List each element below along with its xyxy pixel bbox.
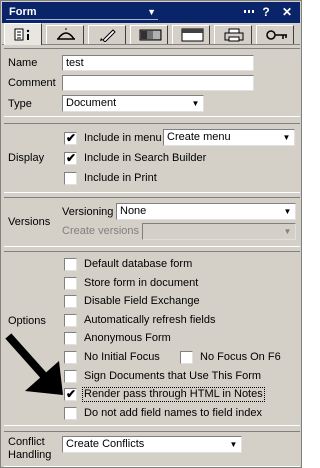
- type-label: Type: [8, 98, 32, 110]
- include-in-menu-label: Include in menu: [84, 132, 162, 144]
- chevron-down-icon: ▼: [283, 227, 292, 236]
- versions-section: Versions Versioning None ▼ Create versio…: [4, 197, 300, 247]
- tab-info[interactable]: [4, 23, 42, 45]
- versioning-label: Versioning: [62, 206, 114, 218]
- tab-defaults[interactable]: [46, 25, 84, 44]
- no-focus-on-f6-label: No Focus On F6: [200, 351, 281, 363]
- disable-field-exchange-checkbox[interactable]: [64, 295, 77, 308]
- include-in-search-builder-label: Include in Search Builder: [84, 152, 207, 164]
- name-label: Name: [8, 57, 38, 69]
- menu-type-select[interactable]: Create menu ▼: [163, 129, 295, 146]
- store-form-in-document-label: Store form in document: [84, 277, 199, 289]
- tab-strip: [2, 23, 300, 45]
- render-pass-through-html-label: Render pass through HTML in Notes: [82, 387, 265, 402]
- minimize-dots-icon[interactable]: [240, 5, 256, 20]
- comment-label: Comment: [8, 77, 56, 89]
- header-icon: [181, 28, 204, 42]
- include-in-print-checkbox[interactable]: [64, 172, 77, 185]
- comment-field[interactable]: [62, 75, 254, 91]
- tab-security[interactable]: [256, 25, 294, 44]
- anonymous-form-label: Anonymous Form: [84, 332, 171, 344]
- automatically-refresh-fields-label: Automatically refresh fields: [84, 314, 216, 326]
- rocket-icon: [100, 29, 116, 42]
- display-section: Display ✔ Include in menu Create menu ▼ …: [4, 123, 300, 193]
- element-selector[interactable]: Form ▼: [6, 4, 158, 20]
- automatically-refresh-fields-checkbox[interactable]: [64, 314, 77, 327]
- conflict-label-line2: Handling: [8, 449, 52, 461]
- menu-type-value: Create menu: [167, 131, 231, 143]
- annotation-arrow-icon: [5, 333, 63, 395]
- type-select-value: Document: [66, 97, 117, 109]
- default-database-form-label: Default database form: [84, 258, 193, 270]
- tab-header[interactable]: [172, 25, 210, 44]
- chevron-down-icon: ▼: [282, 133, 291, 142]
- conflict-section: Conflict Handling Create Conflicts ▼: [4, 431, 300, 467]
- chevron-down-icon: ▼: [229, 440, 238, 449]
- basics-section: Name test Comment Type Document ▼: [4, 48, 300, 117]
- create-versions-label: Create versions: [62, 225, 140, 237]
- conflict-label-line1: Conflict: [8, 436, 45, 448]
- display-section-label: Display: [8, 152, 45, 164]
- checkmark-icon: ✔: [66, 151, 77, 165]
- checkmark-icon: ✔: [66, 131, 77, 145]
- info-icon: [14, 28, 30, 41]
- include-in-print-label: Include in Print: [84, 172, 157, 184]
- no-initial-focus-label: No Initial Focus: [84, 351, 160, 363]
- store-form-in-document-checkbox[interactable]: [64, 277, 77, 290]
- include-in-search-builder-checkbox[interactable]: ✔: [64, 151, 77, 165]
- versioning-value: None: [120, 205, 147, 217]
- default-database-form-checkbox[interactable]: [64, 258, 77, 271]
- disable-field-exchange-label: Disable Field Exchange: [84, 295, 200, 307]
- conflict-handling-value: Create Conflicts: [66, 438, 145, 450]
- name-field[interactable]: test: [62, 55, 254, 71]
- tab-background[interactable]: [130, 25, 168, 44]
- key-icon: [266, 30, 287, 40]
- chevron-down-icon: ▼: [147, 7, 156, 17]
- conflict-handling-select[interactable]: Create Conflicts ▼: [62, 436, 242, 453]
- options-section-label: Options: [8, 315, 46, 327]
- help-icon[interactable]: ?: [260, 5, 272, 20]
- versions-section-label: Versions: [8, 216, 51, 228]
- beanie-icon: [57, 28, 75, 40]
- tab-launch[interactable]: [88, 25, 126, 44]
- element-selector-label: Form: [9, 6, 37, 18]
- close-icon[interactable]: ✕: [280, 5, 294, 20]
- form-properties-panel: Form ▼ ? ✕ Name test Comment Type Docume…: [0, 0, 302, 468]
- create-versions-select: ▼: [142, 223, 296, 240]
- sign-documents-label: Sign Documents that Use This Form: [84, 370, 262, 382]
- chevron-down-icon: ▼: [191, 99, 200, 108]
- tab-print[interactable]: [214, 25, 252, 44]
- no-focus-on-f6-checkbox[interactable]: [180, 351, 193, 364]
- title-bar: Form ▼ ? ✕: [2, 2, 300, 23]
- do-not-add-field-names-label: Do not add field names to field index: [84, 407, 262, 419]
- type-select[interactable]: Document ▼: [62, 95, 204, 112]
- do-not-add-field-names-checkbox[interactable]: [64, 407, 77, 420]
- include-in-menu-checkbox[interactable]: ✔: [64, 131, 77, 145]
- versioning-select[interactable]: None ▼: [116, 203, 296, 220]
- chevron-down-icon: ▼: [283, 207, 292, 216]
- gradient-icon: [139, 29, 162, 41]
- printer-icon: [224, 28, 244, 42]
